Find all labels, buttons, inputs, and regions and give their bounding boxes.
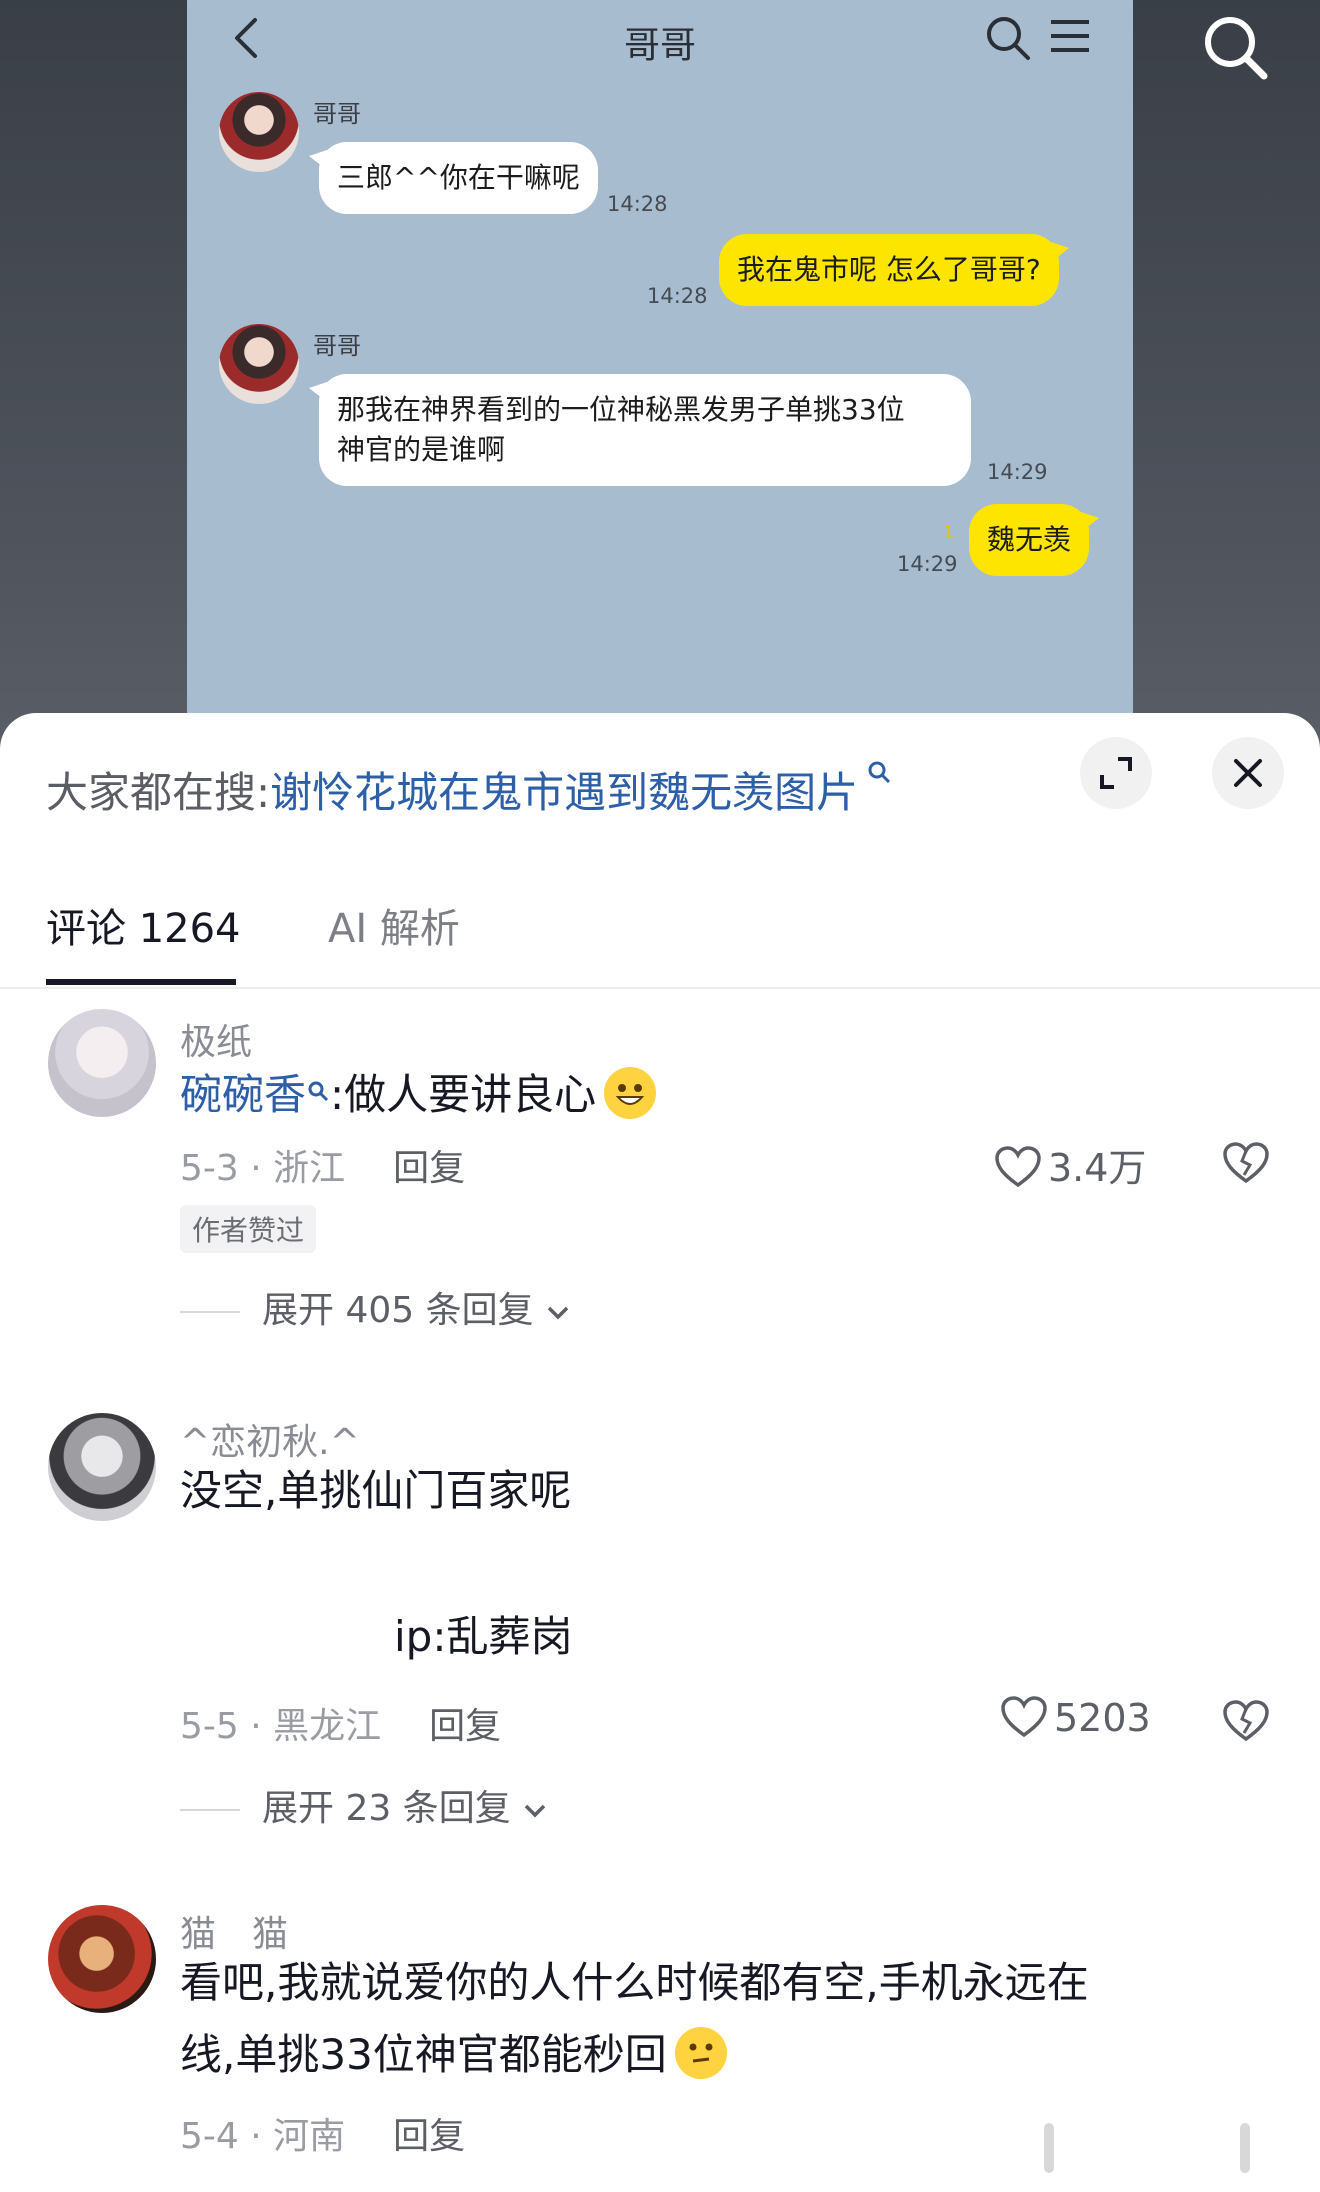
chat-menu-icon [1047, 16, 1093, 56]
reply-button[interactable]: 回复 [429, 1706, 501, 1747]
like-count: 3.4万 [1048, 1146, 1147, 1190]
hot-search-keyword[interactable]: 谢怜花城在鬼市遇到魏无羡图片 [270, 768, 858, 817]
like-button[interactable]: 5203 [1000, 1695, 1151, 1740]
chat-search-icon [982, 12, 1034, 64]
comment-body: 线,单挑33位神官都能秒回 [180, 2030, 667, 2079]
comment-text: 看吧,我就说爱你的人什么时候都有空,手机永远在 [180, 1958, 1089, 2007]
search-icon[interactable] [1200, 12, 1272, 84]
expand-replies-label: 展开 405 条回复 [262, 1290, 534, 1331]
chevron-down-icon [524, 1804, 546, 1818]
heart-icon [1001, 1696, 1047, 1738]
message-bubble: 那我在神界看到的一位神秘黑发男子单挑33位 神官的是谁啊 [309, 374, 971, 486]
comment-meta: 5-4 · 河南 回复 [180, 2107, 465, 2159]
comment-tabs: 评论 1264 AI 解析 [0, 883, 1320, 989]
dislike-button[interactable] [1222, 1697, 1270, 1745]
author-liked-badge: 作者赞过 [180, 1205, 317, 1253]
avatar[interactable] [48, 1413, 156, 1521]
comment-meta: 5-3 · 浙江 回复 [180, 1139, 465, 1191]
message-time: 14:28 [647, 284, 708, 308]
tab-underline [46, 979, 236, 985]
chevron-down-icon [547, 1306, 569, 1320]
divider [180, 1809, 240, 1811]
message-bubble: 我在鬼市呢 怎么了哥哥? [719, 234, 1069, 306]
sender-name: 哥哥 [313, 100, 361, 128]
message-time: 14:29 [987, 460, 1048, 484]
hot-search-prefix: 大家都在搜: [46, 768, 271, 817]
close-button[interactable] [1212, 737, 1284, 809]
comment-date-region: 5-5 · 黑龙江 [180, 1706, 382, 1747]
mention-link[interactable]: 碗碗香 [180, 1070, 306, 1119]
sender-avatar [219, 324, 299, 404]
broken-heart-icon [1223, 1700, 1269, 1742]
video-area: 哥哥 哥哥 三郎^^你在干嘛呢 14:28 14:28 我在鬼市呢 怎么了哥哥?… [0, 0, 1320, 760]
unread-count: 1 [943, 522, 955, 543]
grin-emoji-icon [604, 1067, 657, 1119]
sender-avatar [219, 92, 299, 172]
expand-icon [1100, 757, 1132, 789]
message-bubble: 三郎^^你在干嘛呢 [309, 142, 598, 214]
like-count: 5203 [1054, 1696, 1151, 1740]
message-line: 那我在神界看到的一位神秘黑发男子单挑33位 [337, 393, 905, 426]
heart-icon [995, 1146, 1041, 1188]
like-button[interactable]: 3.4万 [994, 1137, 1146, 1192]
comment-body: :做人要讲良心 [330, 1070, 597, 1119]
message-time: 14:28 [607, 192, 668, 216]
message-bubble: 魏无羡 [969, 504, 1100, 576]
reply-button[interactable]: 回复 [393, 2116, 465, 2157]
chat-header: 哥哥 [187, 0, 1133, 76]
video-side-left [0, 0, 187, 760]
dislike-button[interactable] [1222, 1139, 1270, 1187]
avatar[interactable] [48, 1009, 156, 1117]
expand-replies-button[interactable]: 展开 23 条回复 [180, 1779, 548, 1831]
comment-text: 没空,单挑仙门百家呢 [180, 1466, 572, 1515]
search-icon [858, 761, 892, 792]
hot-search-bar[interactable]: 大家都在搜:谢怜花城在鬼市遇到魏无羡图片 [46, 759, 892, 820]
comment-text: 碗碗香 :做人要讲良心 [180, 1059, 657, 1131]
reply-button[interactable]: 回复 [393, 1148, 465, 1189]
tab-comments[interactable]: 评论 1264 [46, 889, 241, 969]
close-icon [1234, 759, 1262, 787]
sender-name: 哥哥 [313, 332, 361, 360]
comment-username[interactable]: 极纸 [180, 1013, 252, 1065]
expand-replies-label: 展开 23 条回复 [262, 1788, 511, 1829]
message-line: 神官的是谁啊 [337, 433, 506, 466]
scroll-indicator [1044, 2123, 1054, 2173]
tab-ai-analysis[interactable]: AI 解析 [328, 889, 460, 969]
divider [180, 1311, 240, 1313]
expand-replies-button[interactable]: 展开 405 条回复 [180, 1281, 571, 1333]
comment-text: 线,单挑33位神官都能秒回 [180, 2019, 727, 2091]
comment-date-region: 5-4 · 河南 [180, 2116, 346, 2157]
mention-search-icon [306, 1080, 330, 1110]
scroll-indicator [1240, 2123, 1250, 2173]
broken-heart-icon [1223, 1142, 1269, 1184]
thinking-emoji-icon [674, 2027, 727, 2079]
video-side-right [1133, 0, 1320, 760]
comment-text: ip:乱葬岗 [394, 1612, 573, 1661]
expand-button[interactable] [1080, 737, 1152, 809]
avatar[interactable] [48, 1905, 156, 2013]
message-time: 14:29 [897, 552, 958, 576]
comment-meta: 5-5 · 黑龙江 回复 [180, 1697, 501, 1749]
comment-panel: 大家都在搜:谢怜花城在鬼市遇到魏无羡图片 评论 1264 AI 解析 极纸 碗碗… [0, 713, 1320, 2192]
chat-screenshot: 哥哥 哥哥 三郎^^你在干嘛呢 14:28 14:28 我在鬼市呢 怎么了哥哥?… [187, 0, 1133, 760]
comment-date-region: 5-3 · 浙江 [180, 1148, 346, 1189]
